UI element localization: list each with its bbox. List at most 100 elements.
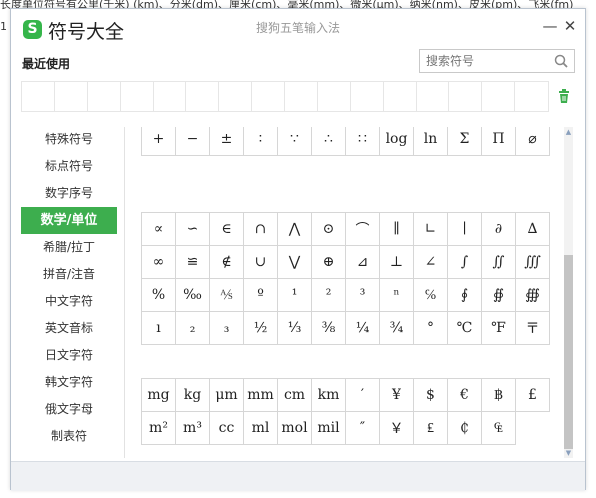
recent-slot[interactable] <box>482 82 516 111</box>
symbol-cell[interactable]: ∫ <box>448 246 482 279</box>
title-bar[interactable]: S 符号大全 搜狗五笔输入法 — ✕ <box>11 9 585 47</box>
symbol-cell[interactable]: ml <box>244 412 278 445</box>
symbol-cell[interactable]: ∥ <box>380 213 414 246</box>
sidebar-item[interactable]: 数学/单位 <box>21 207 117 234</box>
symbol-cell[interactable]: ⊕ <box>312 246 346 279</box>
symbol-cell[interactable]: m² <box>142 412 176 445</box>
recent-slot[interactable] <box>121 82 154 111</box>
symbol-cell[interactable]: ∣ <box>448 213 482 246</box>
symbol-cell[interactable]: − <box>176 127 210 156</box>
symbol-cell[interactable]: ⅓ <box>278 312 312 345</box>
symbol-cell[interactable]: ½ <box>244 312 278 345</box>
symbol-cell[interactable]: ∯ <box>482 279 516 312</box>
symbol-cell[interactable]: ฿ <box>482 379 516 412</box>
recent-slot[interactable] <box>384 82 417 111</box>
symbol-cell[interactable]: cc <box>210 412 244 445</box>
symbol-cell[interactable]: ∂ <box>482 213 516 246</box>
symbol-cell[interactable]: ∮ <box>448 279 482 312</box>
trash-icon[interactable] <box>556 88 572 104</box>
recent-slot[interactable] <box>219 82 253 111</box>
recent-slot[interactable] <box>318 82 351 111</box>
symbol-cell[interactable]: ⊙ <box>312 213 346 246</box>
sidebar-item[interactable]: 中文字符 <box>21 288 117 315</box>
symbol-cell[interactable]: + <box>142 127 176 156</box>
sidebar-item[interactable]: 韩文字符 <box>21 369 117 396</box>
symbol-cell[interactable]: mg <box>142 379 176 412</box>
symbol-cell[interactable]: Π <box>482 127 516 156</box>
symbol-cell[interactable]: ³ <box>346 279 380 312</box>
symbol-cell[interactable]: mil <box>312 412 346 445</box>
symbol-cell[interactable]: ⋁ <box>278 246 312 279</box>
symbol-cell[interactable]: ∴ <box>312 127 346 156</box>
symbol-cell[interactable]: ∶ <box>244 127 278 156</box>
scroll-down-arrow-icon[interactable]: ▼ <box>564 449 573 457</box>
sidebar-item[interactable]: 标点符号 <box>21 153 117 180</box>
symbol-cell[interactable]: ₤ <box>414 412 448 445</box>
symbol-cell[interactable]: £ <box>516 379 550 412</box>
close-button[interactable]: ✕ <box>561 17 579 35</box>
symbol-cell[interactable]: ₵ <box>448 412 482 445</box>
sidebar-item[interactable]: 英文音标 <box>21 315 117 342</box>
search-box[interactable] <box>419 49 575 73</box>
recent-slot[interactable] <box>285 82 318 111</box>
symbol-cell[interactable]: ⁿ <box>380 279 414 312</box>
symbol-cell[interactable]: ‰ <box>176 279 210 312</box>
symbol-cell[interactable]: € <box>448 379 482 412</box>
symbol-cell[interactable]: ° <box>414 312 448 345</box>
symbol-cell[interactable]: ² <box>312 279 346 312</box>
recent-slot[interactable] <box>252 82 285 111</box>
symbol-cell[interactable]: ⊥ <box>380 246 414 279</box>
symbol-cell[interactable]: ℅ <box>414 279 448 312</box>
symbol-cell[interactable]: mm <box>244 379 278 412</box>
symbol-cell[interactable]: % <box>142 279 176 312</box>
symbol-cell[interactable]: ℃ <box>448 312 482 345</box>
symbol-cell[interactable]: ⊿ <box>346 246 380 279</box>
symbol-cell[interactable]: ∵ <box>278 127 312 156</box>
symbol-cell[interactable]: mol <box>278 412 312 445</box>
symbol-cell[interactable]: ∆ <box>516 213 550 246</box>
recent-slot[interactable] <box>186 82 220 111</box>
symbol-cell[interactable]: ∞ <box>142 246 176 279</box>
symbol-cell[interactable]: ℉ <box>482 312 516 345</box>
symbol-cell[interactable]: ∉ <box>210 246 244 279</box>
symbol-cell[interactable]: ₠ <box>482 412 516 445</box>
symbol-cell[interactable]: $ <box>414 379 448 412</box>
sidebar-item[interactable]: 特殊符号 <box>21 126 117 153</box>
symbol-cell[interactable]: ¹ <box>278 279 312 312</box>
symbol-cell[interactable]: ≌ <box>176 246 210 279</box>
symbol-cell[interactable]: ￥ <box>380 412 414 445</box>
symbol-cell[interactable]: ∠ <box>414 246 448 279</box>
symbol-cell[interactable]: m³ <box>176 412 210 445</box>
symbol-cell[interactable]: ∪ <box>244 246 278 279</box>
symbol-cell[interactable]: ln <box>414 127 448 156</box>
recent-slot[interactable] <box>154 82 187 111</box>
sidebar-item[interactable]: 希腊/拉丁 <box>21 234 117 261</box>
symbol-cell[interactable]: º <box>244 279 278 312</box>
symbol-cell[interactable]: ∷ <box>346 127 380 156</box>
symbol-cell[interactable]: ı <box>142 312 176 345</box>
symbol-cell[interactable]: ∰ <box>516 279 550 312</box>
symbol-cell[interactable]: ′ <box>346 379 380 412</box>
symbol-cell[interactable]: ¥ <box>380 379 414 412</box>
recent-slot[interactable] <box>449 82 483 111</box>
symbol-cell[interactable]: ₂ <box>176 312 210 345</box>
recent-slot[interactable] <box>55 82 88 111</box>
symbol-cell[interactable]: ¼ <box>346 312 380 345</box>
symbol-cell[interactable]: ∟ <box>414 213 448 246</box>
symbol-cell[interactable]: ∽ <box>176 213 210 246</box>
recent-slot[interactable] <box>417 82 450 111</box>
symbol-cell[interactable]: km <box>312 379 346 412</box>
symbol-cell[interactable]: ⌀ <box>516 127 550 156</box>
symbol-cell[interactable]: ⅜ <box>312 312 346 345</box>
symbol-cell[interactable]: μm <box>210 379 244 412</box>
symbol-cell[interactable]: ∈ <box>210 213 244 246</box>
symbol-cell[interactable]: ⌒ <box>346 213 380 246</box>
scrollbar[interactable]: ▲ ▼ <box>564 127 573 458</box>
symbol-cell[interactable]: log <box>380 127 414 156</box>
symbol-cell[interactable]: ∝ <box>142 213 176 246</box>
sidebar-item[interactable]: 拼音/注音 <box>21 261 117 288</box>
recent-slot[interactable] <box>88 82 121 111</box>
scroll-thumb[interactable] <box>564 255 573 449</box>
recent-slot[interactable] <box>351 82 384 111</box>
symbol-cell[interactable]: ⅍ <box>210 279 244 312</box>
